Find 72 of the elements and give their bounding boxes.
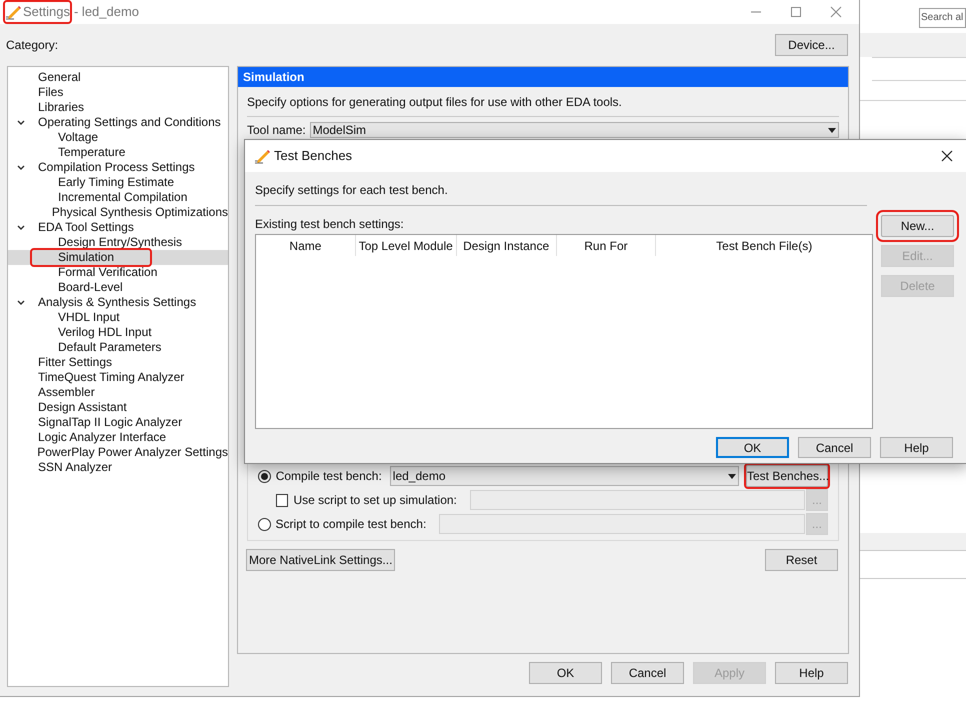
panel-title: Simulation <box>238 67 848 87</box>
tree-item[interactable]: TimeQuest Timing Analyzer <box>8 370 228 385</box>
tree-item[interactable]: Assembler <box>8 385 228 400</box>
footer-button[interactable]: OK <box>529 662 602 684</box>
tree-item[interactable]: PowerPlay Power Analyzer Settings <box>8 445 228 460</box>
maximize-icon[interactable] <box>790 6 802 18</box>
search-field[interactable]: Search al <box>919 8 966 28</box>
chevron-icon[interactable] <box>17 300 25 306</box>
tree-item[interactable]: SignalTap II Logic Analyzer <box>8 415 228 430</box>
category-label: Category: <box>6 37 58 54</box>
tree-item[interactable]: Design Assistant <box>8 400 228 415</box>
column-header[interactable]: Run For <box>556 235 656 256</box>
tree-item[interactable]: Voltage <box>8 130 228 145</box>
dialog-description: Specify settings for each test bench. <box>255 182 449 199</box>
panel-description: Specify options for generating output files for use with other EDA tools. <box>247 94 623 111</box>
pencil-icon <box>5 4 21 20</box>
list-label: Existing test bench settings: <box>255 216 405 233</box>
tree-item[interactable]: VHDL Input <box>8 310 228 325</box>
compile-test-bench-label: Compile test bench: <box>276 468 382 485</box>
dropdown-arrow-icon <box>728 474 736 478</box>
column-header[interactable]: Top Level Module <box>356 235 457 256</box>
tree-item[interactable]: Incremental Compilation <box>8 190 228 205</box>
tree-item[interactable]: Operating Settings and Conditions <box>8 115 228 130</box>
tree-item[interactable]: EDA Tool Settings <box>8 220 228 235</box>
dialog-button[interactable]: OK <box>716 437 789 458</box>
tree-item[interactable]: SSN Analyzer <box>8 460 228 475</box>
tree-item[interactable]: Compilation Process Settings <box>8 160 228 175</box>
test-benches-button[interactable]: Test Benches... <box>746 465 828 487</box>
tree-item[interactable]: Temperature <box>8 145 228 160</box>
tree-item[interactable]: Fitter Settings <box>8 355 228 370</box>
tree-item[interactable]: Analysis & Synthesis Settings <box>8 295 228 310</box>
dropdown-arrow-icon <box>828 128 836 132</box>
tool-name-label: Tool name: <box>247 122 306 139</box>
chevron-icon[interactable] <box>17 120 25 126</box>
chevron-icon[interactable] <box>17 164 25 170</box>
column-header[interactable]: Design Instance <box>456 235 557 256</box>
pencil-icon <box>254 148 270 164</box>
tree-item[interactable]: Early Timing Estimate <box>8 175 228 190</box>
test-bench-dropdown[interactable]: led_demo <box>390 466 739 486</box>
script-compile-field[interactable] <box>439 514 805 534</box>
tree-item[interactable]: Formal Verification <box>8 265 228 280</box>
reset-button[interactable]: Reset <box>765 549 838 571</box>
use-script-label: Use script to set up simulation: <box>293 492 457 509</box>
more-settings-button[interactable]: More NativeLink Settings... <box>246 549 396 571</box>
footer-button[interactable]: Cancel <box>611 662 684 684</box>
column-header[interactable]: Name <box>256 235 356 256</box>
tree-item[interactable]: Verilog HDL Input <box>8 325 228 340</box>
tree-item[interactable]: Default Parameters <box>8 340 228 355</box>
device-button[interactable]: Device... <box>775 34 848 56</box>
chevron-icon[interactable] <box>17 224 25 230</box>
close-icon[interactable] <box>941 150 953 162</box>
window-document-name: - led_demo <box>74 3 140 22</box>
column-header[interactable]: Test Bench File(s) <box>656 235 872 256</box>
dialog-button[interactable]: Help <box>880 437 953 458</box>
tree-item[interactable]: Logic Analyzer Interface <box>8 430 228 445</box>
checkbox[interactable] <box>276 494 288 506</box>
window-title: Settings <box>23 3 70 22</box>
dialog-title: Test Benches <box>274 147 352 166</box>
dialog-button[interactable]: Cancel <box>798 437 871 458</box>
tree-item[interactable]: Board-Level <box>8 280 228 295</box>
tree-item[interactable]: Libraries <box>8 100 228 115</box>
tree-item[interactable]: Physical Synthesis Optimizations <box>8 205 228 220</box>
footer-button[interactable]: Help <box>775 662 848 684</box>
tree-item[interactable]: Simulation <box>8 250 228 265</box>
tree-item[interactable]: Design Entry/Synthesis <box>8 235 228 250</box>
radio-button[interactable] <box>258 470 271 482</box>
script-path-field[interactable] <box>470 490 806 510</box>
tree-item[interactable]: General <box>8 70 228 85</box>
radio-button[interactable] <box>258 518 271 530</box>
tree-item[interactable]: Files <box>8 85 228 100</box>
script-compile-label: Script to compile test bench: <box>276 516 426 533</box>
tool-name-dropdown[interactable]: ModelSim <box>310 122 839 138</box>
